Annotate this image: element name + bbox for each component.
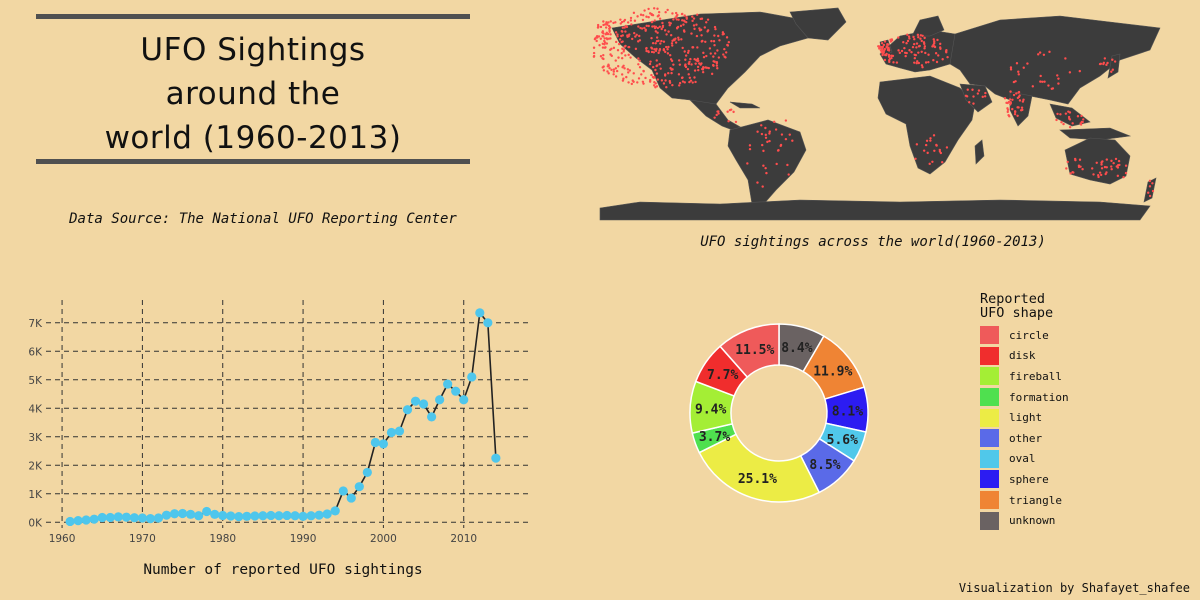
donut-label-fireball: 9.4% [695,402,726,417]
legend-label: other [1009,431,1043,445]
legend-items: circle disk fireball formation light other ova… [980,325,1180,531]
donut-label-circle: 11.5% [735,343,774,358]
legend-item-formation[interactable]: formation [980,387,1180,408]
legend-item-fireball[interactable]: fireball [980,366,1180,387]
legend-item-disk[interactable]: disk [980,346,1180,367]
legend-item-sphere[interactable]: sphere [980,469,1180,490]
legend-label: oval [1009,452,1036,466]
donut-label-formation: 3.7% [699,430,730,445]
legend-swatch [980,346,999,365]
legend-label: sphere [1009,472,1049,486]
donut-label-unknown: 8.4% [781,341,812,356]
legend-swatch [980,470,999,489]
legend-label: triangle [1009,493,1062,507]
legend-swatch [980,511,999,530]
legend-label: unknown [1009,514,1056,528]
legend-swatch [980,491,999,510]
legend-swatch [980,408,999,427]
legend-item-light[interactable]: light [980,407,1180,428]
legend-swatch [980,367,999,386]
legend-item-oval[interactable]: oval [980,449,1180,470]
legend-swatch [980,326,999,345]
legend-label: fireball [1009,369,1062,383]
donut-label-sphere: 8.1% [832,404,863,419]
legend-title: Reported UFO shape [980,291,1054,321]
donut-label-triangle: 11.9% [813,365,852,380]
legend-item-other[interactable]: other [980,428,1180,449]
legend-label: light [1009,411,1043,425]
legend-swatch [980,449,999,468]
donut-label-other: 8.5% [809,458,840,473]
donut-label-oval: 5.6% [827,433,858,448]
legend-item-unknown[interactable]: unknown [980,510,1180,531]
legend-swatch [980,388,999,407]
legend-label: circle [1009,328,1049,342]
legend-item-circle[interactable]: circle [980,325,1180,346]
donut-label-light: 25.1% [738,472,777,487]
legend-label: formation [1009,390,1069,404]
legend-item-triangle[interactable]: triangle [980,490,1180,511]
donut-legend: Reported UFO shape circle disk fireball for… [980,292,1180,531]
donut-label-disk: 7.7% [707,368,738,383]
legend-label: disk [1009,349,1036,363]
credit-text: Visualization by Shafayet_shafee [958,581,1190,595]
legend-swatch [980,429,999,448]
